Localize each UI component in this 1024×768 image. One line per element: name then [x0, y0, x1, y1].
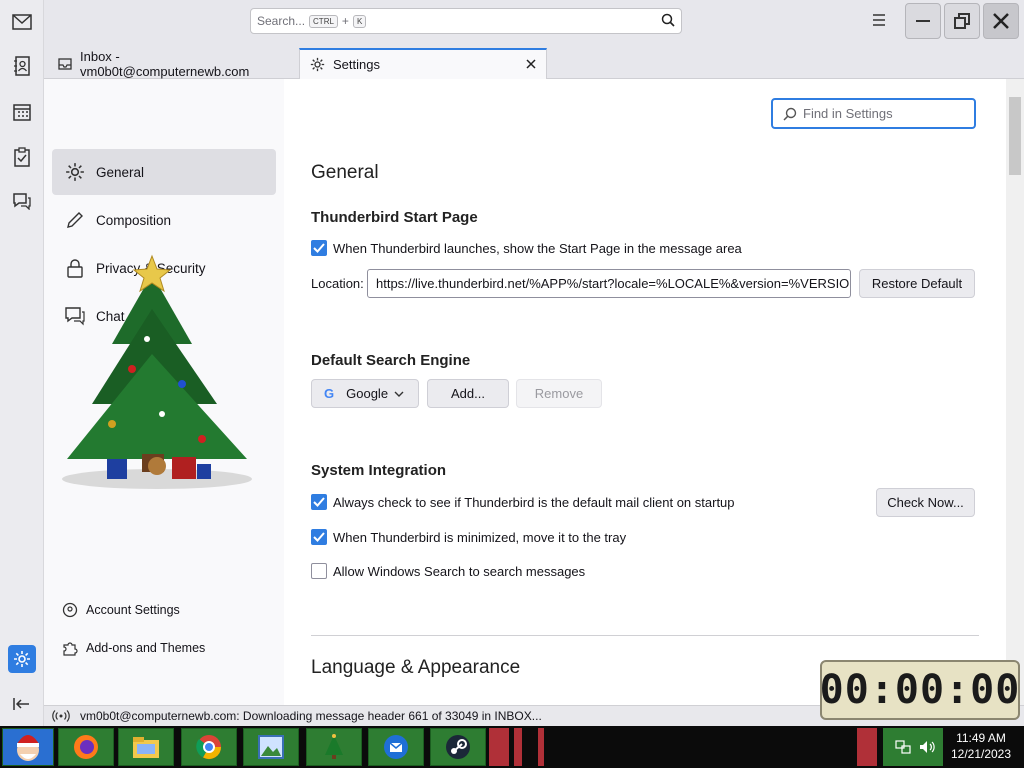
status-text: vm0b0t@computernewb.com: Downloading mes…	[80, 709, 542, 723]
tab-inbox[interactable]: Inbox - vm0b0t@computernewb.com	[48, 48, 298, 79]
settings-nav: General Composition Privacy & Security C…	[44, 79, 284, 705]
spaces-toolbar	[0, 0, 44, 726]
christmas-tree-image	[52, 254, 262, 494]
calendar-icon[interactable]	[8, 98, 36, 126]
network-icon[interactable]	[895, 740, 911, 757]
default-client-label: Always check to see if Thunderbird is th…	[333, 494, 735, 510]
find-placeholder: Find in Settings	[803, 106, 893, 121]
nav-composition-label: Composition	[96, 212, 172, 228]
close-tab-icon[interactable]	[526, 57, 536, 72]
scrollbar-thumb[interactable]	[1009, 97, 1021, 175]
gear-icon	[64, 161, 86, 183]
shortcut-ctrl: CTRL	[309, 14, 338, 28]
section-divider	[311, 635, 979, 636]
find-in-settings-input[interactable]: Find in Settings	[771, 98, 976, 129]
page-title: General	[311, 162, 379, 183]
tab-inbox-label: Inbox - vm0b0t@computernewb.com	[80, 48, 250, 79]
account-settings-label: Account Settings	[86, 603, 180, 617]
photo-viewer-icon[interactable]	[243, 728, 299, 766]
timer-widget: 00:00:00	[820, 660, 1020, 720]
addons-themes-label: Add-ons and Themes	[86, 641, 206, 655]
volume-icon[interactable]	[919, 740, 935, 757]
tray-checkbox[interactable]: When Thunderbird is minimized, move it t…	[311, 529, 626, 545]
add-search-engine-button[interactable]: Add...	[427, 379, 509, 408]
checkbox-unchecked-icon[interactable]	[311, 563, 327, 579]
taskbar: 11:49 AM 12/21/2023	[0, 726, 1024, 768]
language-appearance-title: Language & Appearance	[311, 657, 521, 678]
settings-content: Find in Settings General Thunderbird Sta…	[284, 79, 1006, 705]
christmas-tree-app-icon[interactable]	[306, 728, 362, 766]
remove-search-engine-button[interactable]: Remove	[516, 379, 602, 408]
close-window-button[interactable]	[983, 3, 1019, 39]
collapse-toolbar-icon[interactable]	[8, 690, 36, 718]
checkbox-checked-icon[interactable]	[311, 529, 327, 545]
inbox-icon	[58, 57, 72, 70]
default-client-checkbox[interactable]: Always check to see if Thunderbird is th…	[311, 494, 735, 510]
clock-time: 11:49 AM	[956, 731, 1006, 745]
app-menu-icon[interactable]	[872, 14, 886, 29]
tab-gear-icon	[310, 57, 325, 72]
tray-label: When Thunderbird is minimized, move it t…	[333, 529, 627, 545]
account-settings-link[interactable]: Account Settings	[62, 598, 180, 622]
taskbar-tile-3[interactable]	[538, 728, 544, 766]
nav-general-label: General	[96, 164, 145, 180]
tab-settings-label: Settings	[333, 57, 380, 72]
chevron-down-icon	[394, 391, 404, 397]
tab-settings[interactable]: Settings	[299, 48, 547, 79]
tab-strip: Inbox - vm0b0t@computernewb.com Settings	[44, 44, 1024, 79]
find-search-icon	[783, 107, 797, 121]
search-placeholder: Search...	[257, 14, 306, 28]
nav-general[interactable]: General	[52, 149, 276, 195]
taskbar-tile-1[interactable]	[489, 728, 509, 766]
windows-search-label: Allow Windows Search to search messages	[333, 563, 586, 579]
content-scrollbar[interactable]	[1006, 79, 1024, 705]
account-icon	[62, 602, 78, 618]
tasks-icon[interactable]	[8, 143, 36, 171]
search-icon[interactable]	[661, 13, 675, 30]
search-engine-title: Default Search Engine	[311, 352, 471, 369]
start-page-title: Thunderbird Start Page	[311, 209, 478, 226]
windows-search-checkbox[interactable]: Allow Windows Search to search messages	[311, 563, 585, 579]
online-status-icon[interactable]	[52, 710, 70, 722]
pencil-icon	[64, 209, 86, 231]
taskbar-tile-4[interactable]	[857, 728, 877, 766]
shortcut-plus: +	[341, 14, 349, 28]
address-book-icon[interactable]	[8, 52, 36, 80]
shortcut-key: K	[352, 14, 367, 28]
chrome-icon[interactable]	[181, 728, 237, 766]
start-button-santa-icon[interactable]	[2, 728, 54, 766]
clock-date: 12/21/2023	[950, 747, 1012, 761]
system-tray	[883, 728, 943, 766]
start-page-checkbox[interactable]: When Thunderbird launches, show the Star…	[311, 240, 742, 256]
taskbar-clock[interactable]: 11:49 AM 12/21/2023	[944, 730, 1018, 762]
start-page-checkbox-label: When Thunderbird launches, show the Star…	[333, 240, 742, 256]
puzzle-icon	[62, 640, 78, 656]
checkbox-checked-icon[interactable]	[311, 494, 327, 510]
mail-icon[interactable]	[8, 8, 36, 36]
search-engine-select[interactable]: G Google	[311, 379, 419, 408]
addons-themes-link[interactable]: Add-ons and Themes	[62, 636, 205, 660]
location-label: Location:	[311, 276, 364, 291]
checkbox-checked-icon[interactable]	[311, 240, 327, 256]
restore-button[interactable]	[944, 3, 980, 39]
minimize-button[interactable]	[905, 3, 941, 39]
thunderbird-icon[interactable]	[368, 728, 424, 766]
nav-composition[interactable]: Composition	[52, 197, 276, 243]
firefox-icon[interactable]	[58, 728, 114, 766]
chat-icon[interactable]	[8, 187, 36, 215]
steam-icon[interactable]	[430, 728, 486, 766]
check-now-button[interactable]: Check Now...	[876, 488, 975, 517]
location-input[interactable]: https://live.thunderbird.net/%APP%/start…	[367, 269, 851, 298]
restore-default-button[interactable]: Restore Default	[859, 269, 975, 298]
file-explorer-icon[interactable]	[118, 728, 174, 766]
system-integration-title: System Integration	[311, 462, 447, 479]
settings-gear-icon[interactable]	[8, 645, 36, 673]
search-engine-selected: Google	[346, 386, 389, 401]
global-search-input[interactable]: Search... CTRL + K	[250, 8, 682, 34]
taskbar-tile-2[interactable]	[514, 728, 522, 766]
unified-toolbar: Search... CTRL + K	[44, 0, 1024, 44]
google-icon: G	[324, 386, 335, 401]
